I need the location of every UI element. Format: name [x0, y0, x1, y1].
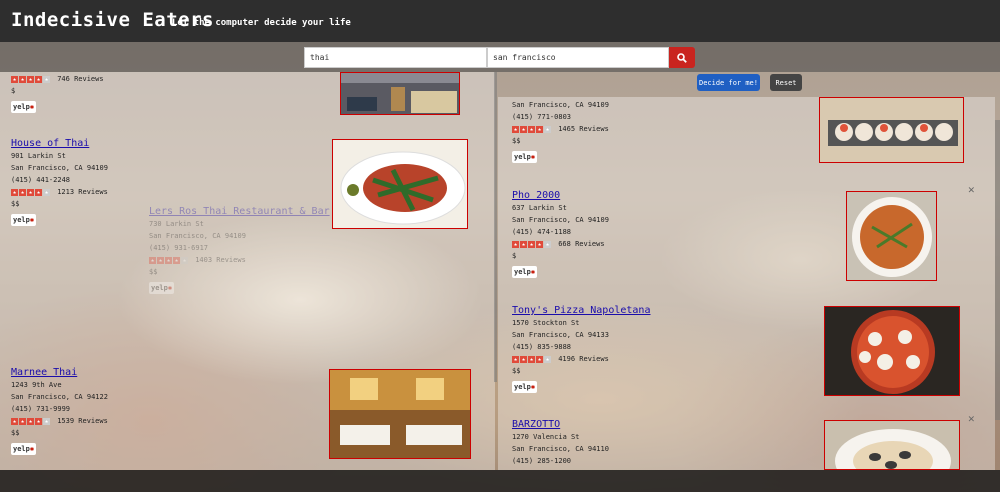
- restaurant-address: 1270 Valencia St: [512, 433, 580, 441]
- restaurant-city: San Francisco, CA 94122: [11, 393, 108, 401]
- restaurant-city: San Francisco, CA 94110: [512, 445, 609, 453]
- result-card: BARZOTTO 1270 Valencia St San Francisco,…: [512, 418, 609, 467]
- yelp-logo[interactable]: yelp✱: [512, 151, 538, 163]
- result-card: House of Thai 901 Larkin St San Francisc…: [11, 137, 108, 226]
- restaurant-name-link[interactable]: House of Thai: [11, 137, 108, 150]
- app-tagline: Let the computer decide your life: [172, 18, 351, 28]
- review-count: 1213 Reviews: [57, 188, 108, 196]
- column-scrollbar[interactable]: [494, 72, 497, 382]
- close-icon[interactable]: ✕: [968, 412, 975, 425]
- restaurant-address: 730 Larkin St: [149, 220, 204, 228]
- rating-stars: ★ ★ ★ ★ ★: [11, 417, 50, 425]
- search-button[interactable]: [669, 47, 695, 68]
- review-count: 1403 Reviews: [195, 256, 246, 264]
- restaurant-city: San Francisco, CA 94133: [512, 331, 609, 339]
- restaurant-photo[interactable]: [824, 306, 960, 396]
- restaurant-phone: (415) 931-6917: [149, 244, 209, 252]
- restaurant-name-link[interactable]: Lers Ros Thai Restaurant & Bar: [149, 205, 330, 218]
- location-search-input[interactable]: [487, 47, 669, 68]
- yelp-logo[interactable]: yelp✱: [11, 443, 37, 455]
- restaurant-photo[interactable]: [329, 369, 471, 459]
- restaurant-city: San Francisco, CA 94109: [512, 101, 609, 109]
- rating-stars: ★ ★ ★ ★ ★: [512, 355, 551, 363]
- restaurant-photo[interactable]: [824, 420, 960, 470]
- decide-for-me-button[interactable]: Decide for me!: [697, 74, 760, 91]
- restaurant-photo[interactable]: [332, 139, 468, 229]
- review-count: 1539 Reviews: [57, 417, 108, 425]
- restaurant-address: 1570 Stockton St: [512, 319, 580, 327]
- price-level: $$: [512, 137, 521, 145]
- yelp-logo[interactable]: yelp✱: [11, 101, 37, 113]
- review-count: 746 Reviews: [57, 75, 104, 83]
- yelp-label: yelp: [13, 103, 30, 111]
- price-level: $$: [512, 367, 521, 375]
- price-level: $$: [11, 429, 20, 437]
- rating-stars: ★ ★ ★ ★ ★: [512, 240, 551, 248]
- restaurant-city: San Francisco, CA 94109: [11, 164, 108, 172]
- yelp-label: yelp: [514, 153, 531, 161]
- review-count: 668 Reviews: [558, 240, 605, 248]
- restaurant-city: San Francisco, CA 94109: [512, 216, 609, 224]
- yelp-label: yelp: [514, 383, 531, 391]
- price-level: $$: [149, 268, 158, 276]
- bottom-bar: [0, 470, 1000, 492]
- review-count: 1465 Reviews: [558, 125, 609, 133]
- restaurant-photo[interactable]: [819, 97, 964, 163]
- yelp-label: yelp: [13, 445, 30, 453]
- yelp-label: yelp: [13, 216, 30, 224]
- reset-button[interactable]: Reset: [770, 74, 802, 91]
- restaurant-name-link[interactable]: Tony's Pizza Napoletana: [512, 304, 650, 317]
- restaurant-phone: (415) 285-1200: [512, 457, 572, 465]
- restaurant-name-link[interactable]: Pho 2000: [512, 189, 609, 202]
- result-card: Tony's Pizza Napoletana 1570 Stockton St…: [512, 304, 650, 393]
- restaurant-name-link[interactable]: Marnee Thai: [11, 366, 108, 379]
- restaurant-address: 1243 9th Ave: [11, 381, 62, 389]
- app-header: Indecisive Eaters Let the computer decid…: [0, 0, 1000, 42]
- rating-stars: ★ ★ ★ ★ ★: [512, 125, 551, 133]
- restaurant-phone: (415) 731-9999: [11, 405, 71, 413]
- result-card: Marnee Thai 1243 9th Ave San Francisco, …: [11, 366, 108, 455]
- restaurant-photo[interactable]: [846, 191, 937, 281]
- restaurant-phone: (415) 474-1188: [512, 228, 572, 236]
- yelp-logo[interactable]: yelp✱: [11, 214, 37, 226]
- yelp-label: yelp: [514, 268, 531, 276]
- restaurant-phone: (415) 771-0803: [512, 113, 572, 121]
- result-card: Pho 2000 637 Larkin St San Francisco, CA…: [512, 189, 609, 278]
- restaurant-photo[interactable]: [340, 72, 460, 115]
- restaurant-address: 637 Larkin St: [512, 204, 567, 212]
- result-card: ★ ★ ★ ★ ★ 746 Reviews $ yelp✱: [11, 73, 104, 113]
- restaurant-phone: (415) 835-9888: [512, 343, 572, 351]
- rating-stars: ★ ★ ★ ★ ★: [11, 188, 50, 196]
- result-card: San Francisco, CA 94109 (415) 771-0803 ★…: [512, 99, 609, 163]
- price-level: $: [512, 252, 517, 260]
- restaurant-city: San Francisco, CA 94109: [149, 232, 246, 240]
- review-count: 4196 Reviews: [558, 355, 609, 363]
- restaurant-name-link[interactable]: BARZOTTO: [512, 418, 609, 431]
- right-scrollbar[interactable]: [995, 120, 1000, 420]
- yelp-logo[interactable]: yelp✱: [512, 266, 538, 278]
- food-search-input[interactable]: [304, 47, 487, 68]
- price-level: $: [11, 87, 16, 95]
- price-level: $$: [11, 200, 20, 208]
- result-card: Lers Ros Thai Restaurant & Bar 730 Larki…: [149, 205, 330, 294]
- yelp-logo[interactable]: yelp✱: [149, 282, 175, 294]
- close-icon[interactable]: ✕: [968, 183, 975, 196]
- rating-stars: ★ ★ ★ ★ ★: [11, 75, 50, 83]
- yelp-logo[interactable]: yelp✱: [512, 381, 538, 393]
- yelp-label: yelp: [151, 284, 168, 292]
- search-icon: [677, 52, 687, 63]
- rating-stars: ★ ★ ★ ★ ★: [149, 256, 188, 264]
- restaurant-address: 901 Larkin St: [11, 152, 66, 160]
- restaurant-phone: (415) 441-2248: [11, 176, 71, 184]
